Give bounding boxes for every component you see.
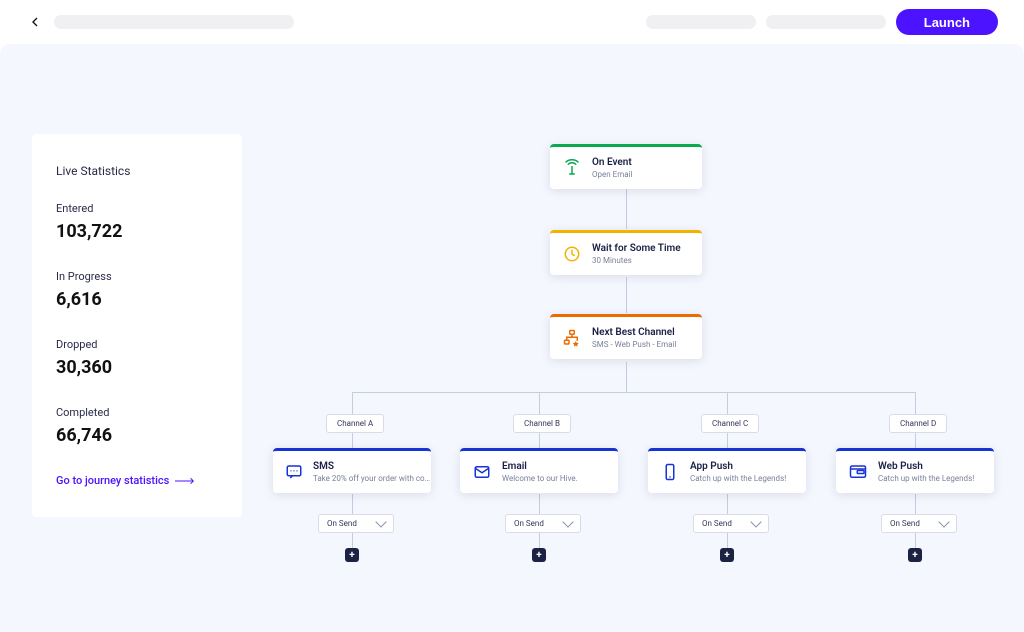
onsend-label: On Send (514, 519, 544, 528)
node-wait[interactable]: Wait for Some Time 30 Minutes (550, 230, 702, 275)
onsend-dropdown[interactable]: On Send (505, 514, 581, 533)
node-title: Next Best Channel (592, 327, 676, 338)
title-placeholder (54, 15, 294, 29)
connector (352, 392, 353, 414)
placeholder-b (766, 15, 886, 29)
channel-tag-d: Channel D (889, 414, 947, 433)
email-icon (472, 462, 492, 482)
antenna-icon (562, 158, 582, 178)
node-title: App Push (690, 461, 786, 472)
channel-tag-b: Channel B (513, 414, 571, 433)
add-step-button[interactable]: + (908, 548, 922, 562)
node-next-best-channel[interactable]: Next Best Channel SMS - Web Push - Email (550, 314, 702, 359)
connector (915, 432, 916, 448)
connector (352, 392, 915, 393)
connector (539, 432, 540, 448)
connector (626, 277, 627, 313)
connector (915, 532, 916, 548)
connector (626, 189, 627, 229)
node-apppush[interactable]: App Push Catch up with the Legends! (648, 448, 806, 493)
node-title: On Event (592, 157, 632, 168)
connector (915, 392, 916, 414)
add-step-button[interactable]: + (720, 548, 734, 562)
chevron-down-icon (750, 516, 761, 527)
connector (352, 494, 353, 514)
journey-canvas: On Event Open Email Wait for Some Time 3… (0, 44, 1024, 632)
onsend-label: On Send (702, 519, 732, 528)
node-title: Email (502, 461, 578, 472)
node-email[interactable]: Email Welcome to our Hive. (460, 448, 618, 493)
onsend-dropdown[interactable]: On Send (693, 514, 769, 533)
onsend-label: On Send (327, 519, 357, 528)
connector (539, 392, 540, 414)
channel-tag-a: Channel A (326, 414, 384, 433)
node-title: Wait for Some Time (592, 243, 681, 254)
node-on-event[interactable]: On Event Open Email (550, 144, 702, 189)
channel-tag-c: Channel C (701, 414, 759, 433)
hierarchy-icon (562, 328, 582, 348)
connector (727, 532, 728, 548)
back-arrow-icon[interactable] (26, 13, 44, 31)
node-sub: Catch up with the Legends! (878, 474, 974, 483)
node-sub: Take 20% off your order with code ... (313, 474, 433, 483)
connector (727, 494, 728, 514)
sms-icon (285, 462, 303, 482)
connector (626, 362, 627, 392)
node-sub: SMS - Web Push - Email (592, 340, 676, 349)
node-sub: Open Email (592, 170, 632, 179)
node-sub: Catch up with the Legends! (690, 474, 786, 483)
connector (352, 432, 353, 448)
chevron-down-icon (938, 516, 949, 527)
onsend-dropdown[interactable]: On Send (881, 514, 957, 533)
connector (915, 494, 916, 514)
add-step-button[interactable]: + (345, 548, 359, 562)
node-webpush[interactable]: Web Push Catch up with the Legends! (836, 448, 994, 493)
connector (727, 432, 728, 448)
onsend-dropdown[interactable]: On Send (318, 514, 394, 533)
connector (727, 392, 728, 414)
node-sub: Welcome to our Hive. (502, 474, 578, 483)
phone-icon (660, 462, 680, 482)
onsend-label: On Send (890, 519, 920, 528)
node-sms[interactable]: SMS Take 20% off your order with code ..… (273, 448, 431, 493)
webpush-icon (848, 462, 868, 482)
launch-button[interactable]: Launch (896, 9, 998, 35)
add-step-button[interactable]: + (532, 548, 546, 562)
chevron-down-icon (562, 516, 573, 527)
clock-icon (562, 244, 582, 264)
connector (352, 532, 353, 548)
connector (539, 494, 540, 514)
placeholder-a (646, 15, 756, 29)
node-sub: 30 Minutes (592, 256, 681, 265)
chevron-down-icon (375, 516, 386, 527)
node-title: Web Push (878, 461, 974, 472)
node-title: SMS (313, 461, 433, 472)
connector (539, 532, 540, 548)
